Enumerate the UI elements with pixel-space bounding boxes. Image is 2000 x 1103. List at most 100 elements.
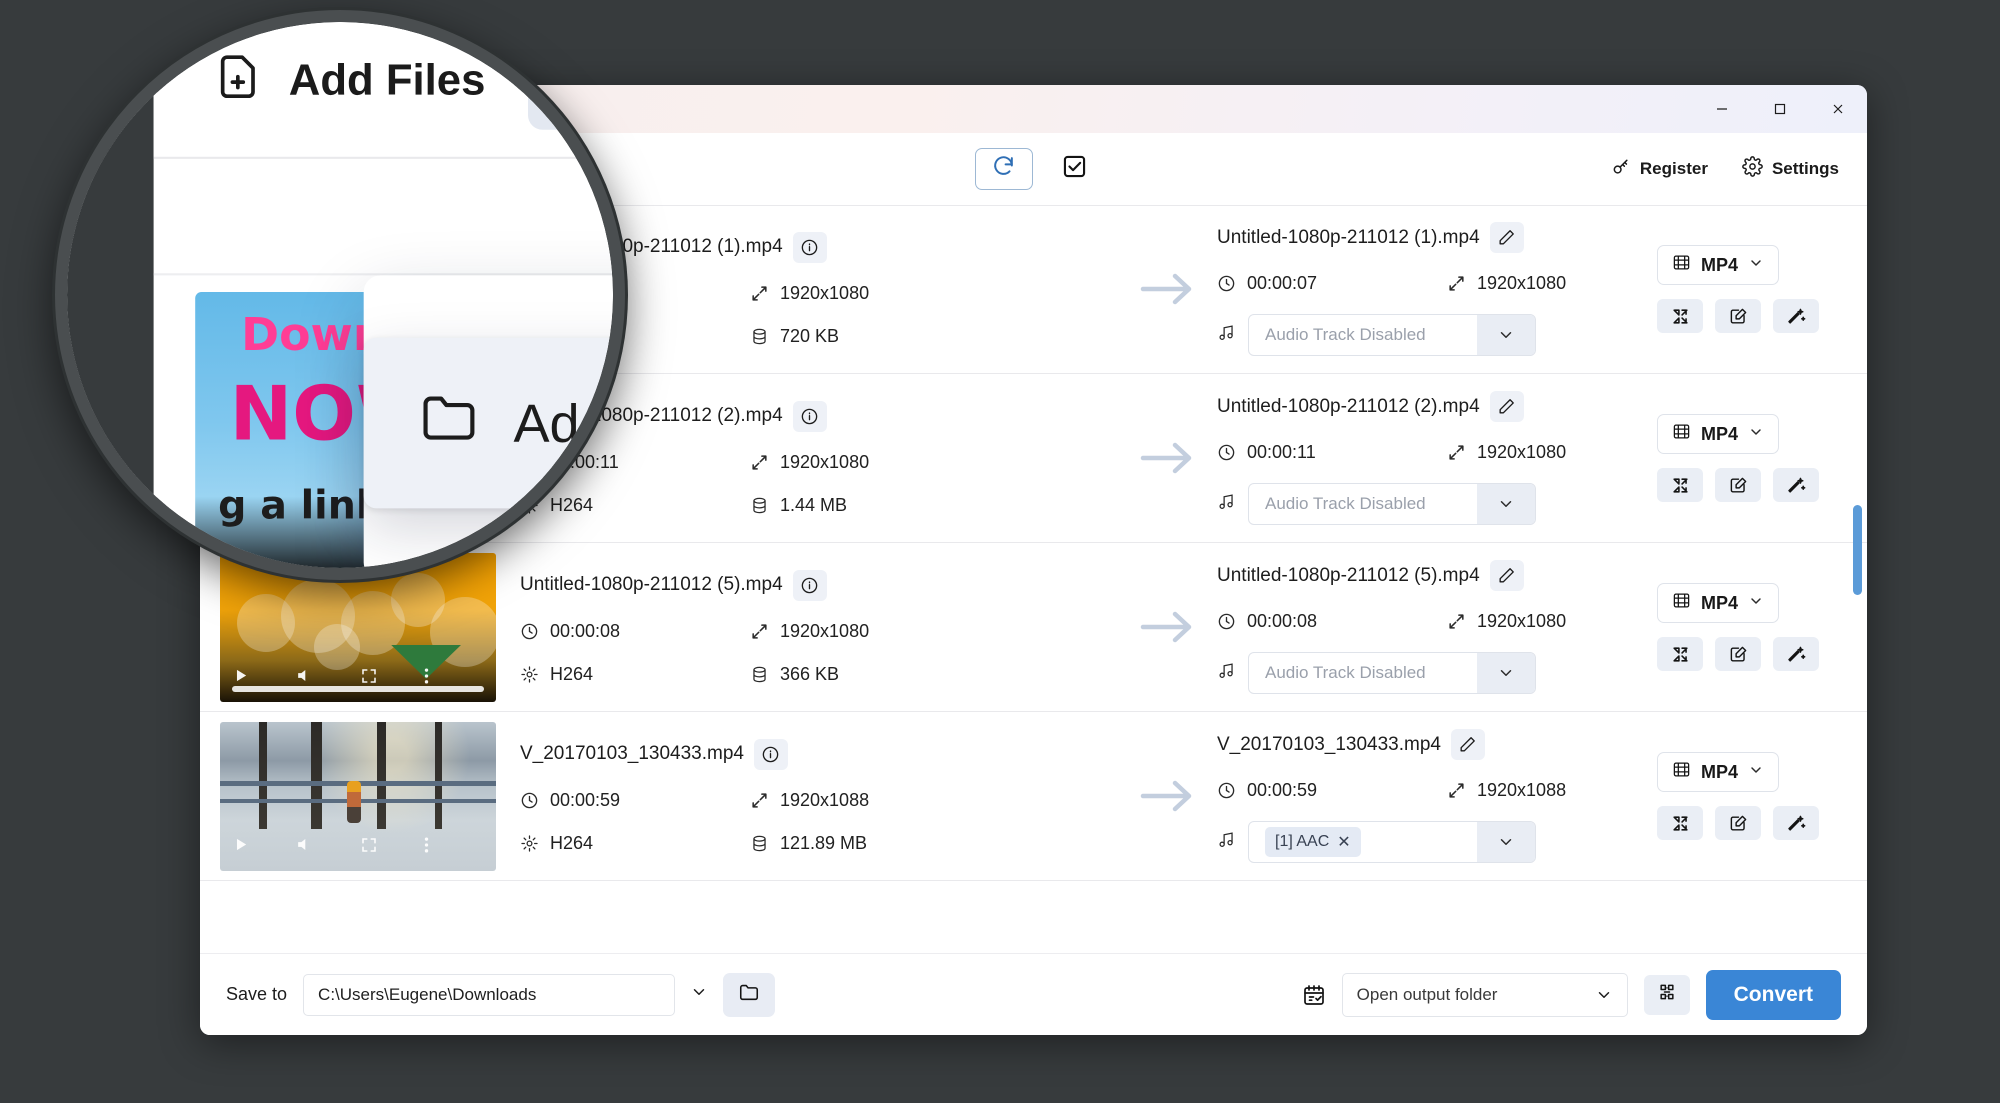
clock-icon <box>1217 443 1236 462</box>
magic-wand-icon[interactable] <box>1773 299 1819 333</box>
audio-track-value: [1] AAC <box>1275 833 1330 850</box>
arrow-right-icon <box>1117 441 1217 475</box>
chevron-down-icon <box>1748 762 1764 783</box>
compress-icon[interactable] <box>1657 468 1703 502</box>
film-icon <box>1672 591 1691 615</box>
minimize-button[interactable] <box>1693 85 1751 133</box>
edit-icon[interactable] <box>1715 637 1761 671</box>
source-size: 1.44 MB <box>750 495 1107 516</box>
bottom-bar: Save to C:\Users\Eugene\Downloads Open o… <box>200 953 1867 1035</box>
pencil-icon[interactable] <box>1489 391 1524 422</box>
source-codec: H264 <box>520 833 750 854</box>
resize-icon <box>750 791 769 810</box>
fullscreen-icon[interactable] <box>360 667 378 685</box>
source-duration-value: 00:00:59 <box>550 789 621 810</box>
edit-icon[interactable] <box>1715 806 1761 840</box>
more-options-icon[interactable] <box>424 835 429 855</box>
magic-wand-icon[interactable] <box>1773 637 1819 671</box>
vertical-scrollbar[interactable] <box>1853 505 1862 595</box>
post-action-select[interactable]: Open output folder <box>1341 972 1628 1017</box>
table-row[interactable]: V_20170103_130433.mp4 00:00:59 1920x1088 <box>200 712 1867 881</box>
register-button[interactable]: Register <box>1611 157 1708 182</box>
pencil-icon[interactable] <box>1489 222 1524 253</box>
output-path-dropdown[interactable] <box>675 974 723 1016</box>
convert-button[interactable]: Convert <box>1705 969 1841 1020</box>
convert-all-button[interactable] <box>974 148 1033 190</box>
compress-icon[interactable] <box>1657 299 1703 333</box>
merge-button[interactable] <box>1643 974 1690 1015</box>
chevron-down-icon[interactable] <box>1477 315 1535 355</box>
edit-icon[interactable] <box>1715 468 1761 502</box>
calendar-check-icon[interactable] <box>1302 983 1326 1007</box>
table-row[interactable]: Untitled-1080p-211012 (5).mp4 00:00:08 1… <box>200 543 1867 712</box>
play-icon[interactable] <box>232 836 249 853</box>
select-all-button[interactable] <box>1057 151 1093 187</box>
info-icon[interactable] <box>792 231 827 263</box>
merge-icon <box>1657 982 1677 1007</box>
volume-icon[interactable] <box>295 835 314 854</box>
browse-folder-button[interactable] <box>723 972 776 1017</box>
chevron-down-icon[interactable] <box>1477 484 1535 524</box>
music-note-icon <box>1217 492 1236 516</box>
row-format-label: MP4 <box>1701 423 1739 444</box>
more-options-icon[interactable] <box>424 666 429 686</box>
output-duration: 00:00:07 <box>1217 273 1447 294</box>
register-label: Register <box>1639 159 1708 178</box>
output-resolution: 1920x1088 <box>1447 780 1649 801</box>
chevron-down-icon[interactable] <box>1477 653 1535 693</box>
output-resolution-value: 1920x1088 <box>1477 780 1567 800</box>
chevron-down-icon[interactable] <box>1477 822 1535 862</box>
info-icon[interactable] <box>792 569 827 601</box>
magnified-add-files-dropdown-toggle[interactable] <box>526 34 613 130</box>
info-icon[interactable] <box>792 400 827 432</box>
close-icon[interactable]: ✕ <box>1337 832 1350 852</box>
info-icon[interactable] <box>753 738 788 770</box>
audio-track-value: Audio Track Disabled <box>1265 663 1426 682</box>
source-thumbnail[interactable] <box>220 721 496 871</box>
audio-track-select[interactable]: [1] AAC ✕ <box>1248 821 1536 863</box>
audio-track-select[interactable]: Audio Track Disabled <box>1248 314 1536 356</box>
source-filename: Untitled-1080p-211012 (5).mp4 <box>520 574 783 595</box>
output-duration-value: 00:00:11 <box>1247 442 1316 462</box>
toolbar-center-group <box>974 133 1093 205</box>
source-codec: H264 <box>520 664 750 685</box>
row-format-label: MP4 <box>1701 592 1739 613</box>
close-button[interactable] <box>1809 85 1867 133</box>
settings-button[interactable]: Settings <box>1742 156 1839 182</box>
output-path-input[interactable]: C:\Users\Eugene\Downloads <box>303 973 676 1016</box>
magnified-toolbar: Add Files MP3 <box>153 22 613 157</box>
refresh-icon <box>991 154 1016 184</box>
maximize-button[interactable] <box>1751 85 1809 133</box>
magnified-add-files-button[interactable]: Add Files <box>212 34 494 130</box>
audio-track-select[interactable]: Audio Track Disabled <box>1248 483 1536 525</box>
source-resolution-value: 1920x1088 <box>780 789 870 810</box>
fullscreen-icon[interactable] <box>360 836 378 854</box>
edit-icon[interactable] <box>1715 299 1761 333</box>
chevron-down-icon <box>690 983 708 1006</box>
compress-icon[interactable] <box>1657 637 1703 671</box>
magic-wand-icon[interactable] <box>1773 806 1819 840</box>
pencil-icon[interactable] <box>1489 560 1524 591</box>
clock-icon <box>1217 274 1236 293</box>
row-format-selector[interactable]: MP4 <box>1657 583 1780 623</box>
audio-track-select[interactable]: Audio Track Disabled <box>1248 652 1536 694</box>
row-format-selector[interactable]: MP4 <box>1657 752 1780 792</box>
compress-icon[interactable] <box>1657 806 1703 840</box>
output-duration: 00:00:59 <box>1217 780 1447 801</box>
source-size-value: 1.44 MB <box>780 494 848 515</box>
pencil-icon[interactable] <box>1450 729 1485 760</box>
source-resolution: 1920x1080 <box>750 452 1107 473</box>
play-icon[interactable] <box>232 667 249 684</box>
output-resolution-value: 1920x1080 <box>1477 611 1567 631</box>
row-format-selector[interactable]: MP4 <box>1657 414 1780 454</box>
arrow-right-icon <box>1117 610 1217 644</box>
magic-wand-icon[interactable] <box>1773 468 1819 502</box>
volume-icon[interactable] <box>295 666 314 685</box>
resize-icon <box>1447 443 1466 462</box>
film-icon <box>1672 760 1691 784</box>
menu-item-add-folder[interactable]: Add Folder <box>363 337 613 509</box>
progress-bar[interactable] <box>232 685 484 692</box>
row-format-selector[interactable]: MP4 <box>1657 245 1780 285</box>
source-size: 720 KB <box>750 326 1107 347</box>
source-metadata: Untitled-1080p-211012 (5).mp4 00:00:08 1… <box>496 569 1117 685</box>
